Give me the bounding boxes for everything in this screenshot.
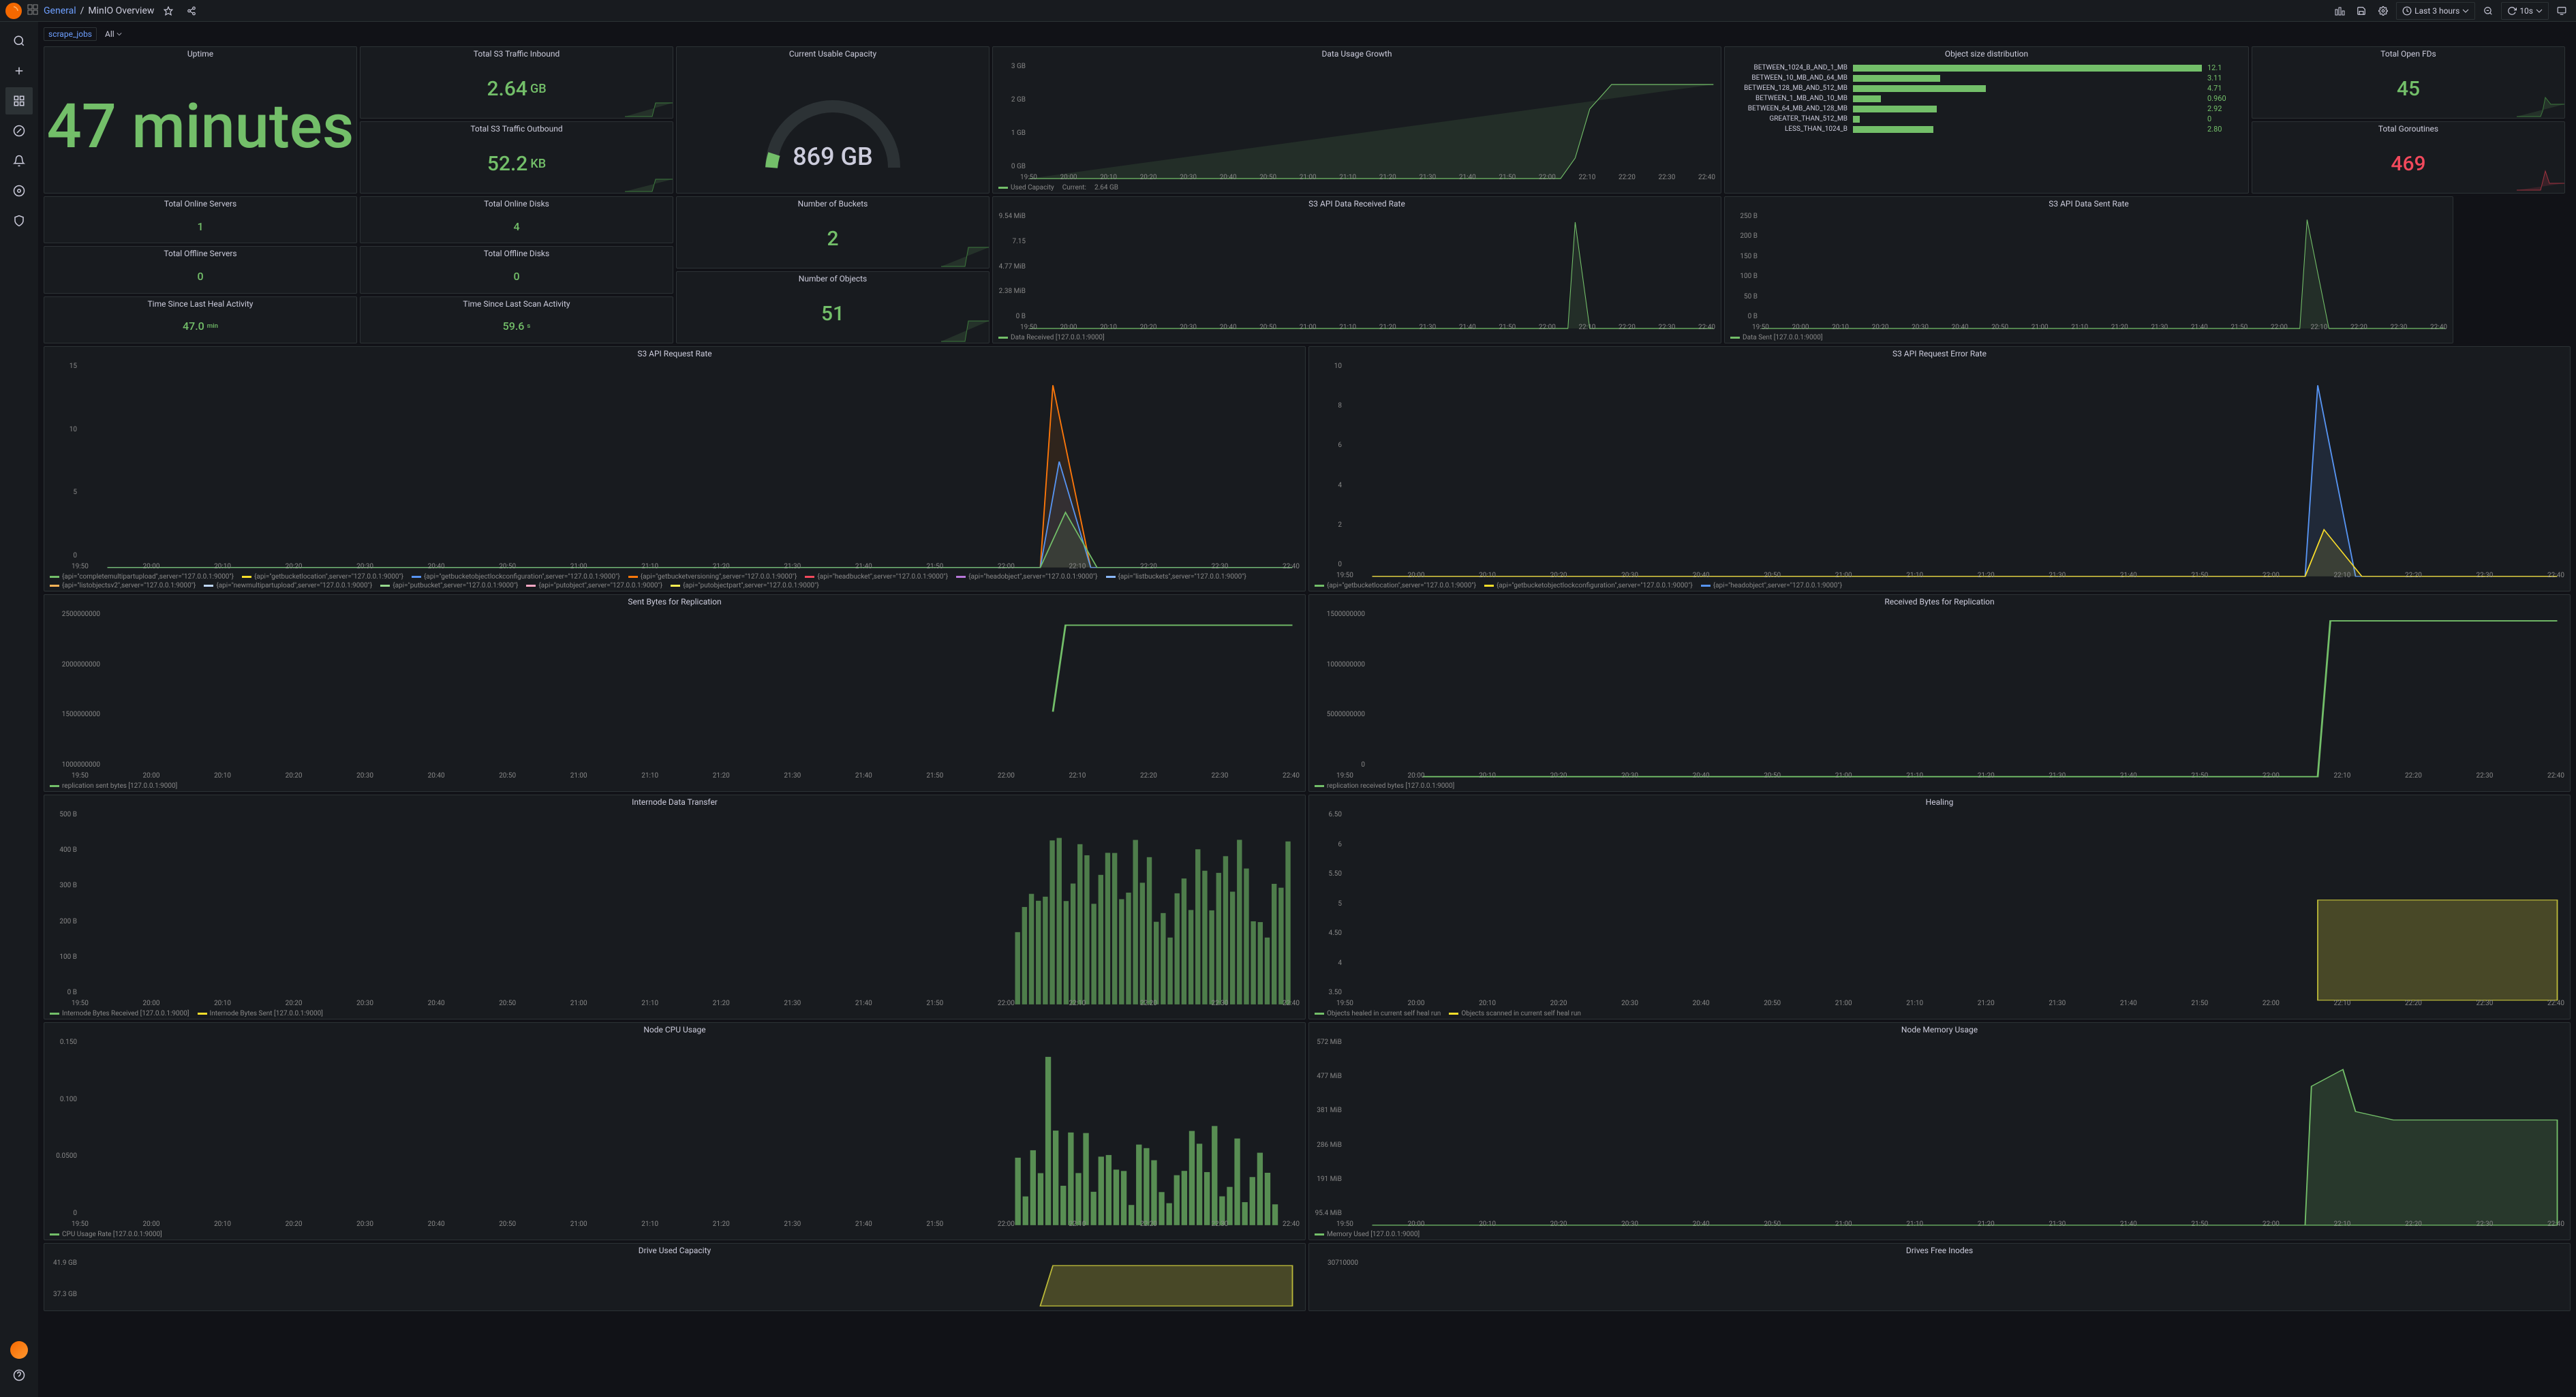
refresh-picker[interactable]: 10s	[2501, 2, 2549, 20]
panel-s3-recv-rate[interactable]: S3 API Data Received Rate 9.54 MiB7.154.…	[992, 196, 1721, 343]
sidebar-alerting[interactable]	[5, 147, 33, 174]
sparkline	[625, 91, 673, 118]
avatar[interactable]	[10, 1341, 28, 1359]
panel-recv-bytes-repl[interactable]: Received Bytes for Replication 150000000…	[1308, 594, 2571, 792]
dist-row: LESS_THAN_1024_B2.80	[1725, 124, 2248, 134]
panel-internode[interactable]: Internode Data Transfer 500 B400 B300 B2…	[44, 795, 1306, 1019]
sidebar-search[interactable]	[5, 27, 33, 55]
refresh-icon	[2507, 6, 2517, 16]
panel-data-usage-growth[interactable]: Data Usage Growth 3 GB2 GB1 GB0 GB 19:50…	[992, 46, 1721, 194]
panel-buckets[interactable]: Number of Buckets 2	[676, 196, 990, 268]
breadcrumb-folder[interactable]: General	[44, 5, 76, 16]
panel-drives-inodes[interactable]: Drives Free Inodes 30710000	[1308, 1243, 2571, 1311]
panel-sent-bytes-repl[interactable]: Sent Bytes for Replication 2500000000200…	[44, 594, 1306, 792]
panel-memory[interactable]: Node Memory Usage 572 MiB477 MiB381 MiB2…	[1308, 1022, 2571, 1240]
sparkline	[941, 241, 989, 268]
panel-s3-sent-rate[interactable]: S3 API Data Sent Rate 250 B200 B150 B100…	[1724, 196, 2453, 343]
zoom-out-icon[interactable]	[2479, 2, 2497, 20]
panel-cpu[interactable]: Node CPU Usage 0.1500.1000.05000 19:5020…	[44, 1022, 1306, 1240]
panel-objects[interactable]: Number of Objects 51	[676, 271, 990, 343]
panel-offline-disks[interactable]: Total Offline Disks 0	[360, 246, 673, 293]
add-panel-icon[interactable]	[2331, 2, 2348, 20]
dist-row: BETWEEN_1024_B_AND_1_MB12.1	[1725, 63, 2248, 73]
sparkline	[2517, 91, 2564, 118]
sparkline	[941, 316, 989, 343]
chevron-down-icon	[117, 31, 122, 37]
breadcrumb-title: MinIO Overview	[88, 5, 154, 16]
dist-row: BETWEEN_128_MB_AND_512_MB4.71	[1725, 83, 2248, 93]
star-icon[interactable]	[159, 2, 177, 20]
panel-traffic-outbound[interactable]: Total S3 Traffic Outbound 52.2KB	[360, 121, 673, 194]
sidebar-dashboards[interactable]	[5, 87, 33, 114]
sidebar-admin[interactable]	[5, 207, 33, 234]
dist-row: GREATER_THAN_512_MB0	[1725, 114, 2248, 124]
panel-uptime[interactable]: Uptime 47 minutes	[44, 46, 357, 194]
panel-healing[interactable]: Healing 6.5065.5054.5043.50 19:5020:0020…	[1308, 795, 2571, 1019]
variable-label[interactable]: scrape_jobs	[44, 27, 97, 41]
panel-last-heal[interactable]: Time Since Last Heal Activity 47.0min	[44, 296, 357, 343]
sidebar-config[interactable]	[5, 177, 33, 204]
sidebar-explore[interactable]	[5, 117, 33, 144]
panel-traffic-inbound[interactable]: Total S3 Traffic Inbound 2.64GB	[360, 46, 673, 119]
sidebar-create[interactable]	[5, 57, 33, 85]
dist-row: BETWEEN_10_MB_AND_64_MB3.11	[1725, 73, 2248, 83]
dist-row: BETWEEN_64_MB_AND_128_MB2.92	[1725, 104, 2248, 114]
panel-s3-req-rate[interactable]: S3 API Request Rate 151050 19:5020:0020:…	[44, 346, 1306, 592]
dist-row: BETWEEN_1_MB_AND_10_MB0.960	[1725, 93, 2248, 104]
share-icon[interactable]	[183, 2, 200, 20]
panel-usable-capacity[interactable]: Current Usable Capacity 869 GB	[676, 46, 990, 194]
chevron-down-icon	[2536, 7, 2543, 14]
sidebar	[0, 22, 38, 1397]
save-icon[interactable]	[2352, 2, 2370, 20]
breadcrumb: General / MinIO Overview	[44, 5, 154, 16]
clock-icon	[2402, 6, 2412, 16]
variable-bar: scrape_jobs All	[44, 25, 2571, 46]
panel-object-size-dist[interactable]: Object size distribution BETWEEN_1024_B_…	[1724, 46, 2249, 194]
chevron-down-icon	[2462, 7, 2469, 14]
dashboard-content: scrape_jobs All Uptime 47 minutes Total …	[38, 22, 2576, 1397]
sparkline	[625, 166, 673, 193]
panel-offline-servers[interactable]: Total Offline Servers 0	[44, 246, 357, 293]
dashboard-icon	[27, 4, 38, 17]
topbar: General / MinIO Overview Last 3 hours	[0, 0, 2576, 22]
sparkline	[2517, 166, 2564, 193]
panel-online-servers[interactable]: Total Online Servers 1	[44, 196, 357, 243]
cycle-view-icon[interactable]	[2553, 2, 2571, 20]
time-range-picker[interactable]: Last 3 hours	[2396, 2, 2475, 20]
grafana-logo[interactable]	[5, 3, 22, 19]
settings-gear-icon[interactable]	[2374, 2, 2392, 20]
panel-online-disks[interactable]: Total Online Disks 4	[360, 196, 673, 243]
panel-goroutines[interactable]: Total Goroutines 469	[2252, 121, 2565, 194]
panel-open-fds[interactable]: Total Open FDs 45	[2252, 46, 2565, 119]
sidebar-help[interactable]	[5, 1362, 33, 1389]
panel-last-scan[interactable]: Time Since Last Scan Activity 59.6s	[360, 296, 673, 343]
panel-s3-req-error-rate[interactable]: S3 API Request Error Rate 1086420 19:502…	[1308, 346, 2571, 592]
variable-value[interactable]: All	[102, 28, 125, 40]
panel-drive-capacity[interactable]: Drive Used Capacity 41.9 GB37.3 GB	[44, 1243, 1306, 1311]
